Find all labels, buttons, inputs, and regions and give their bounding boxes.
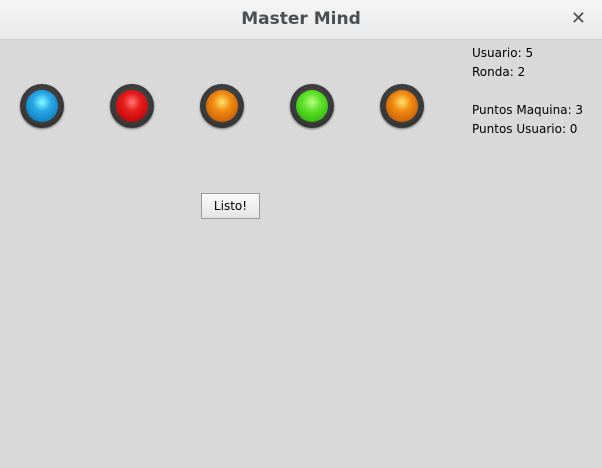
- puntos-maquina-label: Puntos Maquina: 3: [472, 103, 584, 117]
- peg-3-orange[interactable]: [200, 84, 244, 128]
- listo-button[interactable]: Listo!: [201, 193, 260, 219]
- peg-3-color: [206, 90, 238, 122]
- peg-2-color: [116, 90, 148, 122]
- ronda-label: Ronda: 2: [472, 65, 526, 79]
- window-title: Master Mind: [241, 9, 361, 29]
- stats-panel: Usuario: 5 Ronda: 2 Puntos Maquina: 3 Pu…: [472, 44, 583, 139]
- close-icon[interactable]: ✕: [571, 8, 586, 29]
- master-mind-window: Master Mind ✕ Usuario: 5 Ronda: 2 Puntos…: [0, 0, 602, 468]
- peg-5-orange[interactable]: [380, 84, 424, 128]
- peg-4-color: [296, 90, 328, 122]
- title-bar: Master Mind ✕: [0, 0, 602, 40]
- puntos-usuario-label: Puntos Usuario: 0: [472, 122, 578, 136]
- peg-5-color: [386, 90, 418, 122]
- peg-2-red[interactable]: [110, 84, 154, 128]
- usuario-label: Usuario: 5: [472, 46, 534, 60]
- peg-4-green[interactable]: [290, 84, 334, 128]
- peg-1-color: [26, 90, 58, 122]
- peg-1-blue[interactable]: [20, 84, 64, 128]
- stats-spacer: [472, 82, 583, 101]
